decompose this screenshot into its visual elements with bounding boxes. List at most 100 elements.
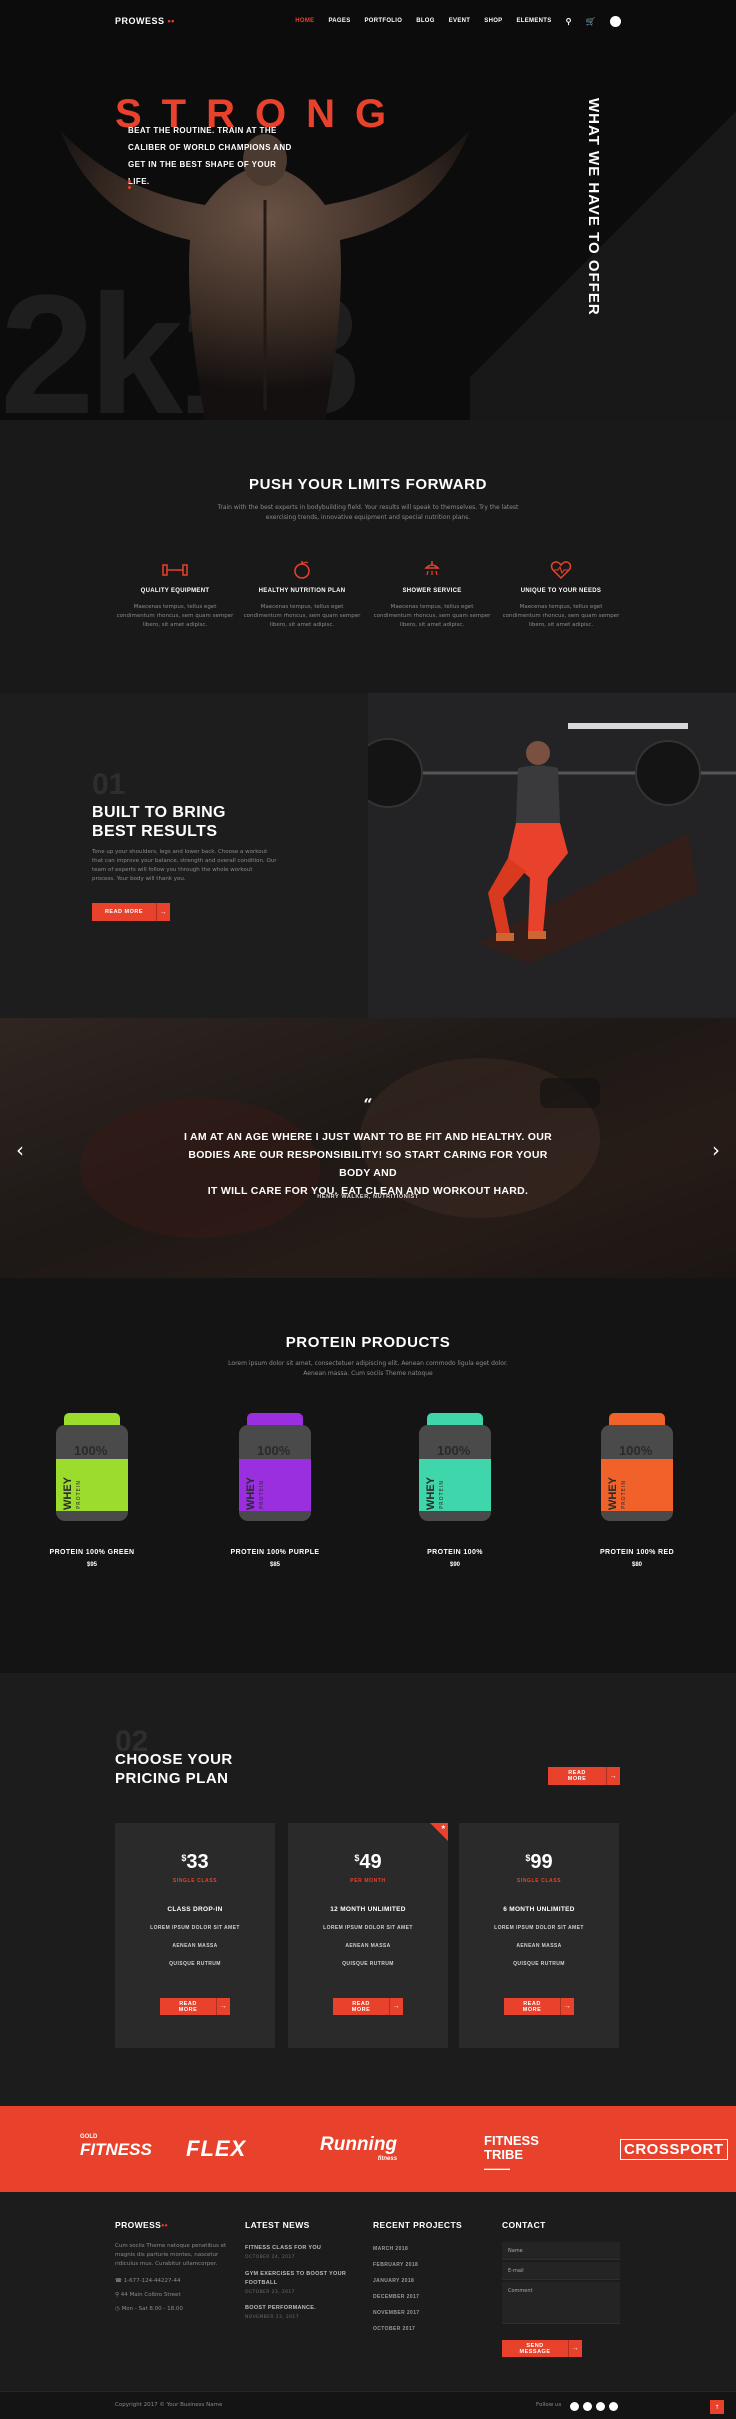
products-title: PROTEIN PRODUCTS — [285, 1334, 451, 1351]
menu-item-pages[interactable]: PAGES — [328, 18, 350, 24]
arrow-up-icon: ↑ — [714, 2403, 720, 2411]
hero-section: 2k18 PROWESS •• HOME PAGES PORTFOLIO BLOG… — [0, 0, 736, 420]
feature-quality-equipment: QUALITY EQUIPMENT Maecenas tempus, tellu… — [115, 560, 235, 630]
arrow-right-icon: → — [156, 903, 170, 921]
plan-feature: QUISQUE RUTRUM — [342, 1961, 394, 1967]
project-link[interactable]: NOVEMBER 2017 — [373, 2310, 420, 2316]
project-link[interactable]: MARCH 2018 — [373, 2246, 408, 2252]
arrow-right-icon: → — [568, 2340, 582, 2357]
section-number: 01 — [92, 768, 126, 801]
news-item[interactable]: BOOST PERFORMANCE. NOVEMBER 23, 2017 — [245, 2304, 355, 2320]
pricing-read-more-button[interactable]: READ MORE → — [548, 1767, 620, 1785]
products-section: PROTEIN PRODUCTS Lorem ipsum dolor sit a… — [0, 1278, 736, 1673]
back-to-top-button[interactable]: ↑ — [710, 2400, 724, 2414]
plan-feature: AENEAN MASSA — [516, 1943, 562, 1949]
arrow-right-icon: → — [560, 1998, 574, 2015]
product-name[interactable]: PROTEIN 100% PURPLE — [200, 1549, 350, 1556]
footer-address: ⚲ 44 Main Colbro Street — [115, 2292, 181, 2298]
products-subtitle: Lorem ipsum dolor sit amet, consectetuer… — [228, 1360, 508, 1377]
plan-read-more-button[interactable]: READ MORE → — [160, 1998, 230, 2015]
project-link[interactable]: FEBRUARY 2018 — [373, 2262, 418, 2268]
product-card[interactable]: 100% WHEY PROTEIN PROTEIN 100% $90 — [380, 1413, 530, 1568]
plan-feature: LOREM IPSUM DOLOR SIT AMET — [323, 1925, 413, 1931]
arrow-right-icon: → — [216, 1998, 230, 2015]
arrow-right-icon: → — [606, 1767, 620, 1785]
facebook-icon[interactable] — [583, 2402, 592, 2411]
projects-title: RECENT PROJECTS — [373, 2220, 463, 2230]
pricing-title: CHOOSE YOUR PRICING PLAN — [115, 1751, 233, 1787]
brand-logo-fitness: GOLD FITNESS — [80, 2134, 152, 2159]
menu-item-home[interactable]: HOME — [295, 18, 314, 24]
chevron-right-icon[interactable]: › — [712, 1138, 720, 1162]
plan-period: SINGLE CLASS — [516, 1878, 562, 1884]
pricing-section: 02 CHOOSE YOUR PRICING PLAN READ MORE → $3… — [0, 1673, 736, 2106]
search-icon[interactable]: ⚲ — [566, 17, 572, 26]
location-pin-icon: ⚲ — [115, 2292, 120, 2298]
project-link[interactable]: OCTOBER 2017 — [373, 2326, 415, 2332]
plan-feature: AENEAN MASSA — [345, 1943, 391, 1949]
contact-email-field[interactable]: E-mail — [502, 2262, 620, 2280]
built-section: 01 BUILT TO BRING BEST RESULTS Tone up yo… — [0, 693, 736, 1018]
product-card[interactable]: 100% WHEY PROTEIN PROTEIN 100% GREEN $95 — [17, 1413, 167, 1568]
plan-name: 6 MONTH UNLIMITED — [503, 1906, 575, 1913]
hero-tagline: BEAT THE ROUTINE. TRAIN AT THE CALIBER O… — [128, 126, 292, 186]
pricing-card: ★ $49 PER MONTH 12 MONTH UNLIMITED LOREM IPS… — [288, 1823, 448, 2048]
plan-read-more-button[interactable]: READ MORE → — [504, 1998, 574, 2015]
contact-title: CONTACT — [502, 2220, 546, 2230]
hero-side-text: WHAT WE HAVE TO OFFER — [585, 98, 602, 316]
product-price: $80 — [631, 1562, 642, 1568]
project-link[interactable]: JANUARY 2018 — [373, 2278, 414, 2284]
copyright: Copyright 2017 © Your Business Name — [115, 2402, 223, 2408]
footer-bottom-bar: Copyright 2017 © Your Business Name Foll… — [0, 2391, 736, 2419]
menu-item-event[interactable]: EVENT — [449, 18, 471, 24]
product-name[interactable]: PROTEIN 100% RED — [562, 1549, 712, 1556]
news-title: LATEST NEWS — [245, 2220, 310, 2230]
testimonial-section: “ I AM AT AN AGE WHERE I JUST WANT TO BE… — [0, 1018, 736, 1278]
slider-dots[interactable] — [128, 180, 132, 189]
product-price: $85 — [269, 1562, 280, 1568]
send-message-button[interactable]: SEND MESSAGE → — [502, 2340, 582, 2357]
plan-name: 12 MONTH UNLIMITED — [330, 1906, 406, 1913]
brands-strip: GOLD FITNESS FLEX Running fitness FITNESS … — [0, 2106, 736, 2192]
contact-name-field[interactable]: Name — [502, 2242, 620, 2260]
plan-feature: LOREM IPSUM DOLOR SIT AMET — [150, 1925, 240, 1931]
news-item[interactable]: GYM EXERCISES TO BOOST YOUR FOOTBALL OCTO… — [245, 2270, 355, 2295]
plan-feature: QUISQUE RUTRUM — [513, 1961, 565, 1967]
brand-logo-fitness-tribe: FITNESS TRIBE —— — [484, 2133, 539, 2176]
product-name[interactable]: PROTEIN 100% — [380, 1549, 530, 1556]
news-item[interactable]: FITNESS CLASS FOR YOU OCTOBER 24, 2017 — [245, 2244, 355, 2260]
menu-item-elements[interactable]: ELEMENTS — [516, 18, 551, 24]
main-menu: HOME PAGES PORTFOLIO BLOG EVENT SHOP ELE… — [295, 15, 621, 27]
product-card[interactable]: 100% WHEY PROTEIN PROTEIN 100% RED $80 — [562, 1413, 712, 1568]
contact-comment-field[interactable]: Comment — [502, 2282, 620, 2324]
brand-logo-running: Running fitness — [320, 2134, 398, 2162]
product-card[interactable]: 100% WHEY PROTEIN PROTEIN 100% PURPLE $85 — [200, 1413, 350, 1568]
menu-item-shop[interactable]: SHOP — [484, 18, 502, 24]
product-price: $90 — [449, 1562, 460, 1568]
built-read-more-button[interactable]: READ MORE → — [92, 903, 170, 921]
woman-squat-image — [368, 693, 736, 1018]
top-navigation: PROWESS •• HOME PAGES PORTFOLIO BLOG EVEN… — [115, 14, 621, 28]
plan-feature: AENEAN MASSA — [172, 1943, 218, 1949]
footer-hours: ◷ Mon - Sat 8.00 - 18.00 — [115, 2306, 183, 2312]
plan-price: $33 — [181, 1851, 209, 1873]
footer-logo[interactable]: PROWESS•• — [115, 2220, 168, 2230]
pinterest-icon[interactable] — [609, 2402, 618, 2411]
plan-read-more-button[interactable]: READ MORE → — [333, 1998, 403, 2015]
menu-item-blog[interactable]: BLOG — [416, 18, 435, 24]
protein-tub-image: 100% WHEY PROTEIN — [237, 1413, 313, 1523]
plan-period: PER MONTH — [350, 1878, 386, 1884]
built-text: Tone up your shoulders, legs and lower b… — [92, 849, 277, 882]
chevron-left-icon[interactable]: ‹ — [16, 1138, 24, 1162]
project-link[interactable]: DECEMBER 2017 — [373, 2294, 419, 2300]
menu-item-portfolio[interactable]: PORTFOLIO — [365, 18, 403, 24]
user-avatar[interactable] — [610, 15, 621, 27]
twitter-icon[interactable] — [570, 2402, 579, 2411]
protein-tub-image: 100% WHEY PROTEIN — [54, 1413, 130, 1523]
product-price: $95 — [86, 1562, 97, 1568]
site-logo[interactable]: PROWESS •• — [115, 16, 175, 26]
product-name[interactable]: PROTEIN 100% GREEN — [17, 1549, 167, 1556]
instagram-icon[interactable] — [596, 2402, 605, 2411]
cart-icon[interactable]: 🛒 — [586, 17, 596, 26]
protein-tub-image: 100% WHEY PROTEIN — [599, 1413, 675, 1523]
